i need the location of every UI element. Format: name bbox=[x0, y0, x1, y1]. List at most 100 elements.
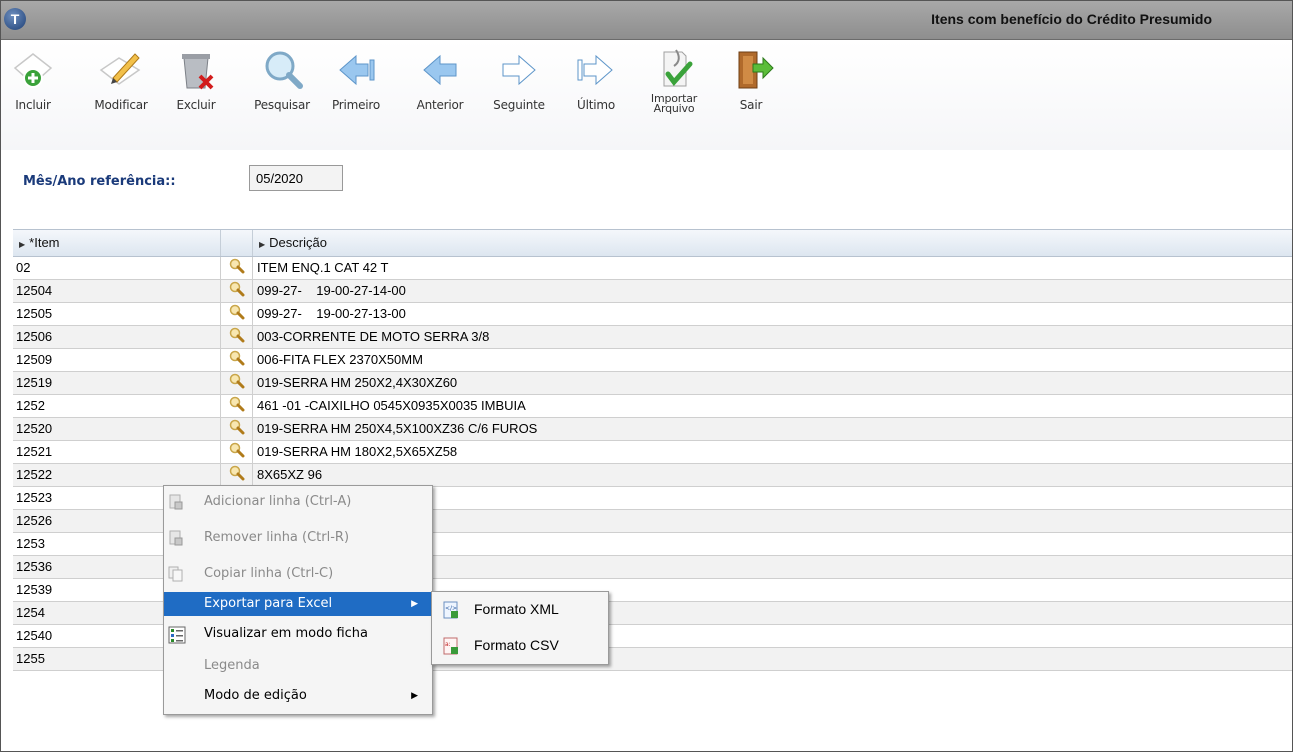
edit-icon bbox=[99, 53, 141, 85]
table-row[interactable]: 12506 003-CORRENTE DE MOTO SERRA 3/8 bbox=[13, 326, 1292, 349]
xml-file-icon: </> bbox=[443, 601, 458, 619]
title-bar: T Itens com benefício do Crédito Presumi… bbox=[1, 1, 1292, 40]
last-icon bbox=[577, 54, 613, 86]
lookup-icon[interactable] bbox=[229, 350, 245, 366]
cell-item[interactable]: 12522 bbox=[13, 464, 221, 486]
cell-descricao[interactable]: 8X65XZ 96 bbox=[253, 464, 1292, 486]
submenu-arrow-icon: ▶ bbox=[411, 599, 418, 609]
submenu-formato-xml[interactable]: </> Formato XML bbox=[432, 594, 608, 624]
submenu-arrow-icon: ▶ bbox=[411, 691, 418, 701]
table-row[interactable]: 12505 099-27- 19-00-27-13-00 bbox=[13, 303, 1292, 326]
submenu-csv-label: Formato CSV bbox=[474, 637, 559, 653]
lookup-icon[interactable] bbox=[229, 465, 245, 481]
menu-visualizar-ficha[interactable]: Visualizar em modo ficha bbox=[164, 622, 432, 646]
cell-lookup bbox=[221, 441, 253, 463]
cell-item[interactable]: 12519 bbox=[13, 372, 221, 394]
menu-adicionar-linha[interactable]: Adicionar linha (Ctrl-A) bbox=[164, 490, 432, 514]
table-row[interactable]: 02 ITEM ENQ.1 CAT 42 T bbox=[13, 257, 1292, 280]
table-row[interactable]: 12509 006-FITA FLEX 2370X50MM bbox=[13, 349, 1292, 372]
first-icon bbox=[339, 54, 375, 86]
seguinte-button[interactable]: Seguinte bbox=[489, 48, 549, 112]
cell-descricao[interactable]: 006-FITA FLEX 2370X50MM bbox=[253, 349, 1292, 371]
header-lookup bbox=[221, 230, 253, 256]
menu-legenda-label: Legenda bbox=[204, 658, 260, 673]
lookup-icon[interactable] bbox=[229, 327, 245, 343]
cell-descricao[interactable]: 019-SERRA HM 250X2,4X30XZ60 bbox=[253, 372, 1292, 394]
app-window: T Itens com benefício do Crédito Presumi… bbox=[0, 0, 1293, 752]
table-row[interactable]: 1252 461 -01 -CAIXILHO 0545X0935X0035 IMB… bbox=[13, 395, 1292, 418]
lookup-icon[interactable] bbox=[229, 258, 245, 274]
sort-arrow-icon: ▶ bbox=[19, 240, 26, 249]
cell-descricao[interactable]: 019-SERRA HM 180X2,5X65XZ58 bbox=[253, 441, 1292, 463]
table-row[interactable]: 12521 019-SERRA HM 180X2,5X65XZ58 bbox=[13, 441, 1292, 464]
lookup-icon[interactable] bbox=[229, 304, 245, 320]
lookup-icon[interactable] bbox=[229, 396, 245, 412]
ultimo-label: Último bbox=[577, 98, 615, 112]
cell-descricao[interactable]: 099-27- 19-00-27-13-00 bbox=[253, 303, 1292, 325]
cell-item[interactable]: 12520 bbox=[13, 418, 221, 440]
primeiro-button[interactable]: Primeiro bbox=[325, 48, 387, 112]
menu-copiar-linha[interactable]: Copiar linha (Ctrl-C) bbox=[164, 562, 432, 586]
cell-item[interactable]: 12505 bbox=[13, 303, 221, 325]
lookup-icon[interactable] bbox=[229, 281, 245, 297]
form-view-icon bbox=[168, 626, 186, 644]
cell-item[interactable]: 12521 bbox=[13, 441, 221, 463]
cell-descricao[interactable]: 003-CORRENTE DE MOTO SERRA 3/8 bbox=[253, 326, 1292, 348]
header-item-label: *Item bbox=[29, 235, 60, 250]
table-row[interactable]: 12520 019-SERRA HM 250X4,5X100XZ36 C/6 FU… bbox=[13, 418, 1292, 441]
header-item[interactable]: ▶ *Item bbox=[13, 230, 221, 256]
cell-lookup bbox=[221, 303, 253, 325]
importar-arquivo-button[interactable]: Importar Arquivo bbox=[647, 48, 701, 114]
cell-item[interactable]: 12504 bbox=[13, 280, 221, 302]
cell-item[interactable]: 12509 bbox=[13, 349, 221, 371]
cell-lookup bbox=[221, 257, 253, 279]
cell-lookup bbox=[221, 349, 253, 371]
table-row[interactable]: 12522 8X65XZ 96 bbox=[13, 464, 1292, 487]
cell-descricao[interactable]: ITEM ENQ.1 CAT 42 T bbox=[253, 257, 1292, 279]
menu-modo-edicao[interactable]: Modo de edição ▶ bbox=[164, 684, 432, 708]
cell-descricao[interactable]: 099-27- 19-00-27-14-00 bbox=[253, 280, 1292, 302]
importar-label-2: Arquivo bbox=[653, 102, 695, 115]
lookup-icon[interactable] bbox=[229, 373, 245, 389]
excluir-button[interactable]: Excluir bbox=[171, 48, 221, 112]
add-row-icon bbox=[169, 494, 183, 510]
cell-lookup bbox=[221, 418, 253, 440]
submenu-xml-label: Formato XML bbox=[474, 601, 559, 617]
submenu-formato-csv[interactable]: a: Formato CSV bbox=[432, 630, 608, 660]
menu-modo-label: Modo de edição bbox=[204, 688, 307, 703]
cell-descricao[interactable]: 019-SERRA HM 250X4,5X100XZ36 C/6 FUROS bbox=[253, 418, 1292, 440]
table-row[interactable]: 12504 099-27- 19-00-27-14-00 bbox=[13, 280, 1292, 303]
modificar-button[interactable]: Modificar bbox=[87, 48, 155, 112]
table-row[interactable]: 12519 019-SERRA HM 250X2,4X30XZ60 bbox=[13, 372, 1292, 395]
ultimo-button[interactable]: Último bbox=[571, 48, 621, 112]
cell-item[interactable]: 02 bbox=[13, 257, 221, 279]
header-descricao-label: Descrição bbox=[269, 235, 327, 250]
anterior-button[interactable]: Anterior bbox=[411, 48, 469, 112]
arrow-right-icon bbox=[502, 54, 536, 86]
month-year-field[interactable] bbox=[249, 165, 343, 191]
import-file-icon bbox=[663, 49, 693, 87]
menu-exportar-excel[interactable]: Exportar para Excel ▶ bbox=[164, 592, 432, 616]
menu-remover-label: Remover linha (Ctrl-R) bbox=[204, 530, 350, 545]
menu-legenda[interactable]: Legenda bbox=[164, 654, 432, 678]
add-icon bbox=[13, 53, 53, 88]
lookup-icon[interactable] bbox=[229, 442, 245, 458]
sair-button[interactable]: Sair bbox=[731, 48, 774, 112]
menu-remover-linha[interactable]: Remover linha (Ctrl-R) bbox=[164, 526, 432, 550]
menu-visualizar-label: Visualizar em modo ficha bbox=[204, 626, 368, 641]
lookup-icon[interactable] bbox=[229, 419, 245, 435]
menu-adicionar-label: Adicionar linha (Ctrl-A) bbox=[204, 494, 352, 509]
pesquisar-button[interactable]: Pesquisar bbox=[247, 48, 317, 112]
cell-item[interactable]: 1252 bbox=[13, 395, 221, 417]
pesquisar-label: Pesquisar bbox=[254, 98, 310, 112]
sair-label: Sair bbox=[739, 98, 763, 112]
cell-item[interactable]: 12506 bbox=[13, 326, 221, 348]
cell-lookup bbox=[221, 395, 253, 417]
search-icon bbox=[265, 51, 303, 89]
cell-lookup bbox=[221, 280, 253, 302]
incluir-button[interactable]: Incluir bbox=[11, 48, 55, 112]
cell-lookup bbox=[221, 372, 253, 394]
svg-text:</>: </> bbox=[445, 605, 457, 612]
header-descricao[interactable]: ▶ Descrição bbox=[253, 230, 1291, 256]
cell-descricao[interactable]: 461 -01 -CAIXILHO 0545X0935X0035 IMBUIA bbox=[253, 395, 1292, 417]
